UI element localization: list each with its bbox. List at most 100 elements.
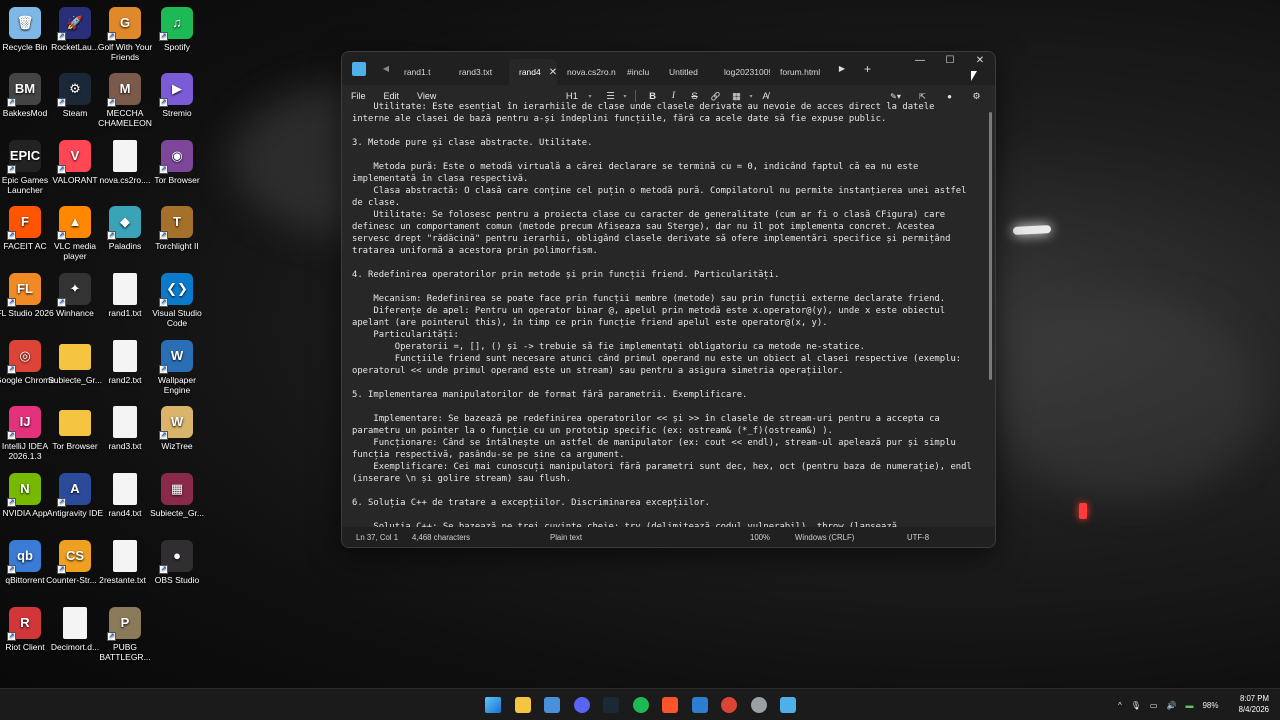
shortcut-arrow-icon: ↗ xyxy=(7,565,16,574)
tab-scroll-right-icon[interactable]: ▶ xyxy=(834,64,850,73)
chrome-icon[interactable] xyxy=(721,697,737,713)
steam-icon[interactable] xyxy=(603,697,619,713)
close-tab-icon[interactable]: ✕ xyxy=(549,67,557,78)
notepad-icon[interactable] xyxy=(780,697,796,713)
tab-rand1-t[interactable]: rand1.t xyxy=(394,59,449,85)
text-line: Exemplificare: Cei mai cunoscuți manipul… xyxy=(352,462,978,484)
discord-icon[interactable] xyxy=(573,697,590,713)
battery-percent: 98% xyxy=(1202,700,1219,710)
start-icon[interactable] xyxy=(485,697,501,713)
text-line: Funcțiile friend sunt necesare atunci câ… xyxy=(352,354,967,376)
tab-rand4[interactable]: rand4 ✕ xyxy=(509,59,557,85)
text-line: Diferențe de apel: Pentru un operator bi… xyxy=(352,306,951,328)
shortcut-arrow-icon: ↗ xyxy=(7,632,16,641)
desktop-icon[interactable]: ▶ ↗ Stremio xyxy=(146,73,208,118)
volume-icon[interactable]: 🔊 xyxy=(1166,701,1176,710)
tab-label: log20231009 xyxy=(724,67,770,77)
wallpaper-taillight xyxy=(1079,503,1087,519)
text-line xyxy=(352,401,977,413)
app-icon xyxy=(113,340,137,372)
file-explorer-icon[interactable] xyxy=(514,697,531,713)
desktop-icon-label: Subiecte_Gr... xyxy=(150,508,204,518)
tab-untitled[interactable]: Untitled xyxy=(659,59,714,85)
photos-icon[interactable] xyxy=(544,697,560,713)
app-icon: N ↗ xyxy=(7,473,41,507)
window-controls: — ☐ ✕ xyxy=(905,52,995,72)
text-line: Operatorii =, [], () și -> trebuie să fi… xyxy=(352,342,865,352)
tab-label: #inclu xyxy=(627,67,650,77)
format-indicator[interactable]: Plain text xyxy=(550,533,582,542)
battery-icon[interactable]: ▬ xyxy=(1185,701,1193,710)
tab-scroll-left-icon[interactable]: ◀ xyxy=(378,64,394,73)
app-icon: ◆ ↗ xyxy=(107,206,141,240)
desktop-icon[interactable]: ❮❯ ↗ Visual Studio Code xyxy=(146,273,208,328)
shortcut-arrow-icon: ↗ xyxy=(159,98,168,107)
minimize-button[interactable]: — xyxy=(905,52,935,72)
notepad-window: ◀ rand1.t rand3.txt rand4 ✕ nova.cs2ro.n #inc… xyxy=(341,51,996,548)
desktop-icon-label: Tor Browser xyxy=(52,441,98,451)
desktop-icon-label: NVIDIA App xyxy=(2,508,48,518)
tab-log20231009[interactable]: log20231009 xyxy=(714,59,770,85)
add-tab-button[interactable]: + xyxy=(864,62,871,76)
desktop-icon[interactable]: ◉ ↗ Tor Browser xyxy=(146,140,208,185)
desktop-icon-label: rand2.txt xyxy=(108,375,142,385)
spotify-icon[interactable] xyxy=(632,697,649,713)
desktop-icon[interactable]: ♫ ↗ Spotify xyxy=(146,7,208,52)
encoding[interactable]: UTF-8 xyxy=(907,533,929,542)
brave-icon[interactable] xyxy=(662,697,678,713)
text-line: Implementare: Se bazează pe redefinirea … xyxy=(352,414,946,436)
desktop-icon-label: Riot Client xyxy=(5,642,45,652)
microphone-icon[interactable]: 🎙 xyxy=(1131,701,1141,710)
desktop-icon-label: VALORANT xyxy=(52,175,98,185)
desktop-icon-label: WizTree xyxy=(161,441,193,451)
desktop-icon-label: Winhance xyxy=(56,308,94,318)
title-bar[interactable]: ◀ rand1.t rand3.txt rand4 ✕ nova.cs2ro.n #inc… xyxy=(342,52,995,85)
tab-nova-cs2ro-n[interactable]: nova.cs2ro.n xyxy=(557,59,617,85)
desktop-icon-label: nova.cs2ro.... xyxy=(99,175,151,185)
app-icon: R ↗ xyxy=(7,607,41,641)
tray-overflow-icon[interactable]: ^ xyxy=(1118,701,1122,710)
tab-rand3-txt[interactable]: rand3.txt xyxy=(449,59,509,85)
desktop-icon-label: PUBG BATTLEGR... xyxy=(99,642,151,662)
tab-forum-html[interactable]: forum.html xyxy=(770,59,828,85)
desktop-icon[interactable]: ▦ Subiecte_Gr... xyxy=(146,473,208,518)
tab-label: rand1.t xyxy=(404,67,431,77)
app-icon: G ↗ xyxy=(107,7,141,41)
app-icon: qb ↗ xyxy=(7,540,41,574)
desktop-icon[interactable]: T ↗ Torchlight II xyxy=(146,206,208,251)
zoom-level[interactable]: 100% xyxy=(750,533,770,542)
tab-label: rand3.txt xyxy=(459,67,493,77)
desktop-icon[interactable]: ● ↗ OBS Studio xyxy=(146,540,208,585)
app-icon xyxy=(59,410,91,436)
desktop-icon[interactable]: P ↗ PUBG BATTLEGR... xyxy=(94,607,156,662)
app-icon: ◎ ↗ xyxy=(7,340,41,374)
app-icon: T ↗ xyxy=(159,206,193,240)
app-icon xyxy=(113,406,137,438)
text-editor[interactable]: Utilitate: Este esențial în ierarhiile d… xyxy=(342,99,987,529)
line-ending[interactable]: Windows (CRLF) xyxy=(795,533,854,542)
settings-icon[interactable] xyxy=(750,697,767,713)
app-icon: 🚀 ↗ xyxy=(57,7,91,41)
app-icon xyxy=(113,140,137,172)
app-icon: 🗑 xyxy=(9,7,41,39)
tab-strip: rand1.t rand3.txt rand4 ✕ nova.cs2ro.n #inclu… xyxy=(394,52,828,85)
text-line: Metoda pură: Este o metodă virtuală a că… xyxy=(352,162,924,184)
vertical-scrollbar[interactable] xyxy=(989,112,992,380)
desktop-icon[interactable]: W ↗ WizTree xyxy=(146,406,208,451)
network-icon[interactable]: ▭ xyxy=(1150,701,1158,710)
desktop-icon-label: Visual Studio Code xyxy=(152,308,202,328)
maximize-button[interactable]: ☐ xyxy=(935,52,965,72)
desktop-icon-label: FACEIT AC xyxy=(3,241,47,251)
close-button[interactable]: ✕ xyxy=(965,52,995,72)
desktop-icon-label: rand4.txt xyxy=(108,508,142,518)
text-line: Mecanism: Redefinirea se poate face prin… xyxy=(352,294,946,304)
shortcut-arrow-icon: ↗ xyxy=(7,498,16,507)
app-icon xyxy=(113,273,137,305)
clock[interactable]: 8:07 PM 8/4/2026 xyxy=(1239,693,1269,715)
tab--inclu[interactable]: #inclu xyxy=(617,59,659,85)
remote-desktop-icon[interactable] xyxy=(691,697,708,713)
desktop-icon[interactable]: W ↗ Wallpaper Engine xyxy=(146,340,208,395)
shortcut-arrow-icon: ↗ xyxy=(7,165,16,174)
app-icon: EPIC ↗ xyxy=(7,140,41,174)
app-icon: A ↗ xyxy=(57,473,91,507)
